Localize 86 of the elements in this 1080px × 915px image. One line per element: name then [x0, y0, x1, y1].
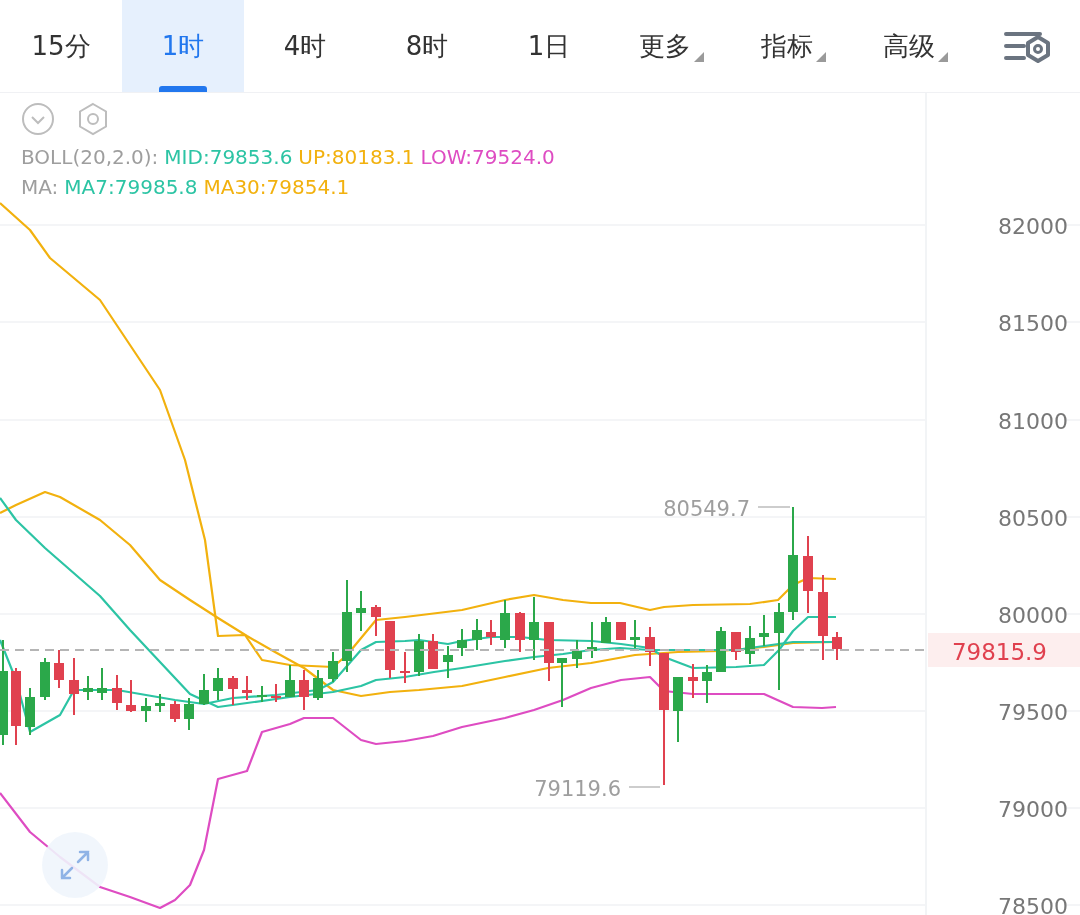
candlestick [486, 619, 496, 646]
leader-line [757, 506, 791, 508]
indicator-value: MID:79853.6 [164, 144, 293, 171]
candlestick [472, 618, 482, 651]
candlestick [25, 687, 35, 736]
timeframe-tab[interactable]: 1时 [122, 0, 244, 92]
candlestick [356, 590, 366, 632]
price-axis-label: 82000 [998, 214, 1068, 239]
candlestick [54, 649, 64, 689]
price-axis-label: 79000 [998, 797, 1068, 822]
candlestick [702, 664, 712, 704]
leader-line [628, 786, 661, 788]
candlestick [832, 631, 842, 661]
price-axis-label: 80500 [998, 506, 1068, 531]
candlestick [141, 697, 151, 723]
timeframe-tab[interactable]: 指标 [732, 0, 854, 92]
candlestick [83, 675, 93, 701]
candlestick [313, 669, 323, 701]
candlestick [97, 667, 107, 701]
indicator-value: LOW:79524.0 [420, 144, 555, 171]
timeframe-tab[interactable]: 更多 [610, 0, 732, 92]
dropdown-corner-icon [937, 52, 948, 62]
candlestick [731, 631, 741, 661]
candlestick [716, 626, 726, 673]
collapse-icon[interactable] [21, 102, 55, 136]
candlestick [257, 685, 267, 703]
dropdown-corner-icon [693, 52, 704, 62]
candlestick [557, 657, 567, 708]
candlestick [630, 619, 640, 649]
price-axis-label: 80000 [998, 603, 1068, 628]
current-price-label: 79815.9 [951, 639, 1047, 665]
candlestick [500, 599, 510, 649]
indicator-value: UP:80183.1 [298, 144, 415, 171]
candlestick [515, 611, 525, 653]
candlestick [587, 621, 597, 659]
candlestick [371, 604, 381, 637]
price-axis-label: 81000 [998, 409, 1068, 434]
price-axis-label: 81500 [998, 311, 1068, 336]
candlestick [414, 633, 424, 677]
candlestick [544, 621, 554, 682]
candlestick [616, 621, 626, 641]
candlestick [572, 639, 582, 669]
candlestick [328, 651, 338, 683]
candlestick [40, 657, 50, 701]
dropdown-corner-icon [815, 52, 826, 62]
candlestick [457, 628, 467, 657]
candlestick [385, 620, 395, 679]
timeframe-tab[interactable]: 8时 [366, 0, 488, 92]
candlestick [228, 675, 238, 706]
low-price-label: 79119.6 [534, 777, 621, 801]
candlestick [170, 700, 180, 723]
settings-icon[interactable] [76, 102, 110, 136]
candlestick [271, 683, 281, 703]
candlestick [601, 616, 611, 644]
timeframe-tab[interactable]: 高级 [854, 0, 976, 92]
candlestick [199, 673, 209, 706]
timeframe-tab[interactable]: 15分 [0, 0, 122, 92]
candlestick [242, 675, 252, 701]
candlestick [112, 674, 122, 711]
price-axis-label: 79500 [998, 700, 1068, 725]
candlestick [443, 645, 453, 679]
candlestick [400, 651, 410, 684]
candlestick [213, 667, 223, 701]
candlestick [529, 596, 539, 661]
price-axis-label: 78500 [998, 894, 1068, 915]
candlestick [155, 693, 165, 713]
candlestick [428, 633, 438, 669]
indicator-value: MA7:79985.8 [64, 174, 198, 201]
candlestick [688, 663, 698, 699]
candlestick [745, 625, 755, 665]
timeframe-tab[interactable]: 1日 [488, 0, 610, 92]
candlestick [673, 676, 683, 743]
indicator-name: BOLL(20,2.0): [21, 144, 159, 171]
candlestick [645, 626, 655, 667]
indicator-value: MA30:79854.1 [203, 174, 350, 201]
candlestick [184, 697, 194, 731]
expand-icon[interactable] [42, 832, 108, 898]
candlestick [299, 669, 309, 711]
indicator-name: MA: [21, 174, 59, 201]
timeframe-tab[interactable]: 4时 [244, 0, 366, 92]
chart-settings-icon[interactable] [1004, 29, 1052, 63]
candlestick [759, 614, 769, 647]
high-price-label: 80549.7 [663, 497, 750, 521]
candlestick [126, 679, 136, 713]
candlestick [285, 664, 295, 698]
candlestick [69, 657, 79, 716]
